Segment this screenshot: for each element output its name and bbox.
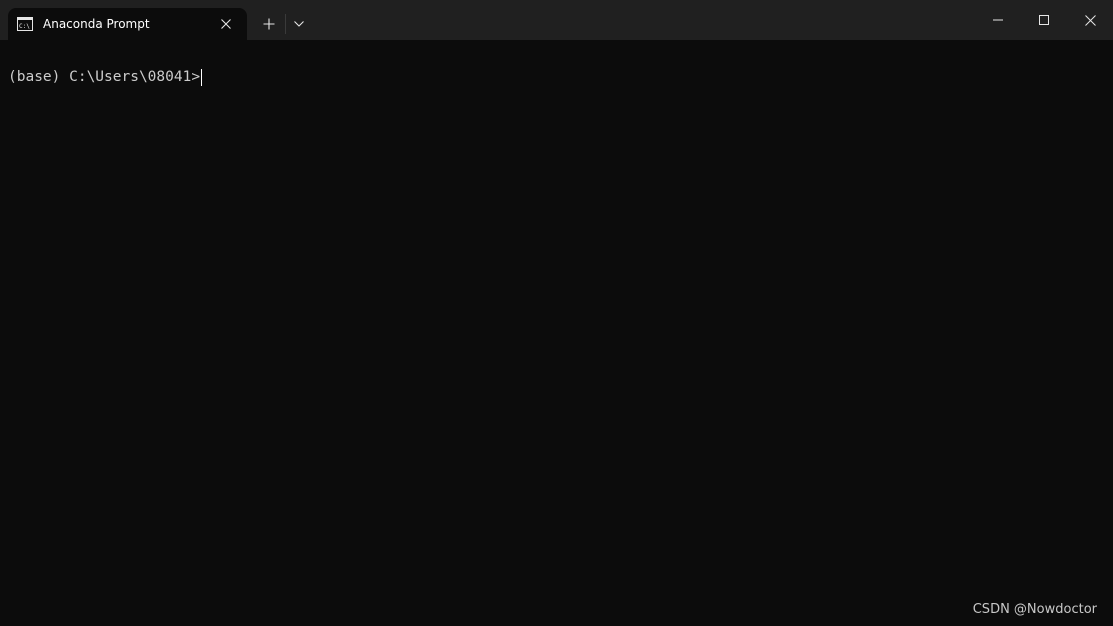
profile-dropdown-button[interactable] (288, 12, 310, 36)
tab-close-button[interactable] (216, 14, 236, 34)
console-icon: C:\ (17, 17, 33, 31)
tab-divider (285, 14, 286, 34)
svg-text:C:\: C:\ (19, 23, 30, 30)
close-icon (221, 19, 231, 29)
minimize-button[interactable] (975, 0, 1021, 40)
new-tab-button[interactable] (256, 12, 282, 36)
prompt-line[interactable]: (base) C:\Users\08041> (8, 67, 203, 87)
minimize-icon (993, 19, 1003, 21)
prompt-text: (base) C:\Users\08041> (8, 69, 201, 85)
close-window-button[interactable] (1067, 0, 1113, 40)
watermark: CSDN @Nowdoctor (972, 602, 1097, 617)
chevron-down-icon (294, 21, 304, 27)
maximize-icon (1039, 15, 1049, 25)
terminal-content[interactable]: (base) C:\Users\08041> CSDN @Nowdoctor (0, 40, 1113, 626)
tab-title: Anaconda Prompt (43, 17, 150, 31)
close-icon (1084, 14, 1096, 26)
text-cursor (201, 68, 203, 86)
tab-anaconda-prompt[interactable]: C:\ Anaconda Prompt (8, 8, 247, 40)
maximize-button[interactable] (1021, 0, 1067, 40)
title-bar[interactable]: C:\ Anaconda Prompt (0, 0, 1113, 40)
terminal-window: C:\ Anaconda Prompt (base) C:\Users\0804… (0, 0, 1113, 626)
plus-icon (263, 18, 275, 30)
